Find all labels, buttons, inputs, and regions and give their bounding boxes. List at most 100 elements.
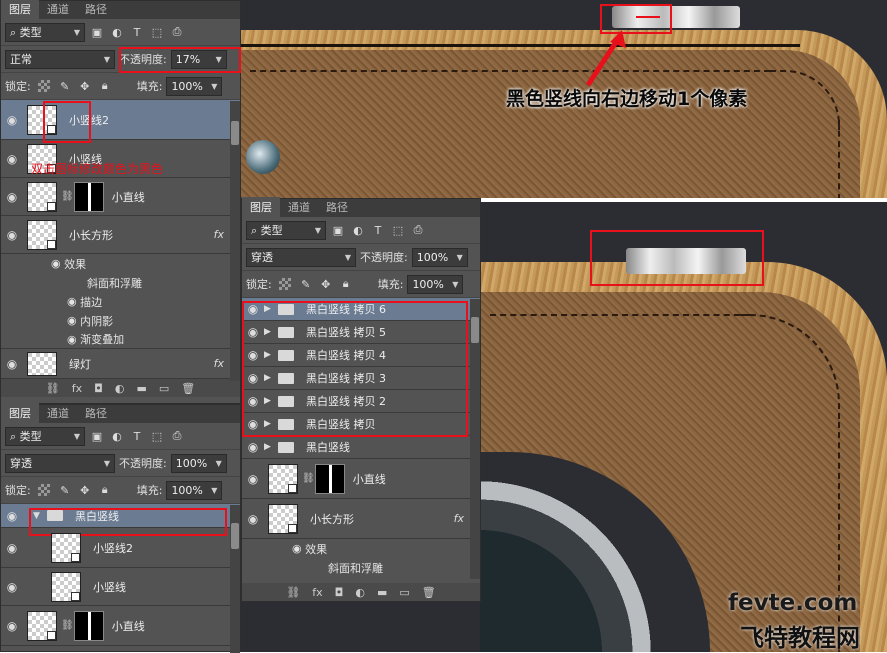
- eye-icon[interactable]: ◉: [242, 512, 264, 526]
- smart-filter-icon[interactable]: ⎙: [410, 223, 426, 237]
- link-layers-icon[interactable]: ⛓: [46, 382, 60, 395]
- blend-mode-select[interactable]: 穿透 ▼: [246, 247, 356, 267]
- eye-icon[interactable]: ◉: [1, 113, 23, 127]
- eye-icon[interactable]: ◉: [1, 580, 23, 594]
- trash-icon[interactable]: 🗑︎: [422, 586, 436, 599]
- scrollbar[interactable]: [470, 299, 480, 579]
- add-mask-icon[interactable]: ◘: [94, 382, 103, 395]
- tab-paths[interactable]: 路径: [318, 197, 356, 217]
- lock-all-icon[interactable]: 🔒︎: [97, 483, 113, 497]
- image-filter-icon[interactable]: ▣: [89, 430, 105, 443]
- adjustment-icon[interactable]: ◐: [355, 586, 365, 599]
- scrollbar[interactable]: [230, 101, 240, 381]
- group-row[interactable]: ◉ ▶ 黑白竖线: [242, 436, 480, 459]
- tab-channels[interactable]: 通道: [39, 403, 77, 423]
- layer-row[interactable]: ◉ 小竖线2: [1, 528, 240, 568]
- layer-row[interactable]: ◉ ⛓ 小直线: [1, 178, 240, 216]
- eye-icon[interactable]: ◉: [1, 152, 23, 166]
- opacity-field[interactable]: 100% ▼: [411, 247, 468, 267]
- effects-row[interactable]: ◉ 效果: [1, 254, 240, 273]
- tab-paths[interactable]: 路径: [77, 0, 115, 19]
- lock-brush-icon[interactable]: ✎: [57, 80, 73, 93]
- lock-transparent-icon[interactable]: [37, 80, 50, 92]
- trash-icon[interactable]: 🗑︎: [181, 382, 195, 395]
- shape-filter-icon[interactable]: ⬚: [149, 26, 165, 39]
- fx-menu-icon[interactable]: fx: [72, 382, 82, 395]
- text-filter-icon[interactable]: T: [370, 224, 386, 237]
- text-filter-icon[interactable]: T: [129, 26, 145, 39]
- lock-transparent-icon[interactable]: [278, 278, 291, 290]
- fill-field[interactable]: 100% ▼: [166, 480, 223, 500]
- lock-move-icon[interactable]: ✥: [77, 80, 93, 93]
- blend-mode-select[interactable]: 穿透 ▼: [5, 453, 115, 473]
- lock-brush-icon[interactable]: ✎: [298, 278, 314, 291]
- new-group-icon[interactable]: ▬: [136, 382, 146, 395]
- expand-triangle-icon[interactable]: ▶: [264, 442, 274, 452]
- shape-filter-icon[interactable]: ⬚: [149, 430, 165, 443]
- layer-row[interactable]: ◉ 小竖线2: [1, 100, 240, 140]
- eye-icon[interactable]: ◉: [1, 228, 23, 242]
- image-filter-icon[interactable]: ▣: [89, 26, 105, 39]
- filter-select[interactable]: ⌕ 类型 ▼: [246, 220, 326, 240]
- effects-row[interactable]: ◉ 效果: [242, 539, 480, 558]
- opacity-field[interactable]: 100% ▼: [170, 453, 227, 473]
- lock-move-icon[interactable]: ✥: [318, 278, 334, 291]
- lock-brush-icon[interactable]: ✎: [57, 484, 73, 497]
- eye-icon[interactable]: ◉: [67, 314, 77, 327]
- filter-select[interactable]: ⌕ 类型 ▼: [5, 426, 85, 446]
- layer-row[interactable]: ◉ 绿灯 fx: [1, 349, 240, 379]
- shape-filter-icon[interactable]: ⬚: [390, 224, 406, 237]
- tab-layers[interactable]: 图层: [242, 197, 280, 217]
- fill-field[interactable]: 100% ▼: [407, 274, 464, 294]
- tab-paths[interactable]: 路径: [77, 403, 115, 423]
- layer-row[interactable]: ◉ 小竖线: [1, 568, 240, 606]
- layer-row[interactable]: ◉ ⛓ 小直线: [242, 459, 480, 499]
- eye-icon[interactable]: ◉: [242, 440, 264, 454]
- lock-all-icon[interactable]: 🔒︎: [338, 277, 354, 291]
- smart-filter-icon[interactable]: ⎙: [169, 25, 185, 39]
- eye-icon[interactable]: ◉: [1, 541, 23, 555]
- new-group-icon[interactable]: ▬: [377, 586, 387, 599]
- adjustment-icon[interactable]: ◐: [115, 382, 125, 395]
- effect-row[interactable]: ◉ 渐变叠加: [1, 330, 240, 349]
- layer-row[interactable]: ◉ 小长方形 fx: [1, 216, 240, 254]
- eye-icon[interactable]: ◉: [1, 190, 23, 204]
- image-filter-icon[interactable]: ▣: [330, 224, 346, 237]
- layer-row[interactable]: ◉ 小竖线 双击图标修改颜色为黑色: [1, 140, 240, 178]
- eye-icon[interactable]: ◉: [1, 509, 23, 523]
- lock-all-icon[interactable]: 🔒︎: [97, 79, 113, 93]
- effect-row[interactable]: 斜面和浮雕: [242, 558, 480, 577]
- adjust-filter-icon[interactable]: ◐: [350, 224, 366, 237]
- eye-icon[interactable]: ◉: [242, 472, 264, 486]
- adjust-filter-icon[interactable]: ◐: [109, 26, 125, 39]
- tab-channels[interactable]: 通道: [39, 0, 77, 19]
- filter-select[interactable]: ⌕ 类型 ▼: [5, 22, 85, 42]
- text-filter-icon[interactable]: T: [129, 430, 145, 443]
- smart-filter-icon[interactable]: ⎙: [169, 429, 185, 443]
- tab-layers[interactable]: 图层: [1, 0, 39, 19]
- eye-icon[interactable]: ◉: [51, 257, 61, 270]
- effect-row[interactable]: 斜面和浮雕: [1, 273, 240, 292]
- fill-field[interactable]: 100% ▼: [166, 76, 223, 96]
- fx-menu-icon[interactable]: fx: [312, 586, 322, 599]
- layer-row[interactable]: ◉ 小长方形 fx: [242, 499, 480, 539]
- adjust-filter-icon[interactable]: ◐: [109, 430, 125, 443]
- blend-mode-select[interactable]: 正常 ▼: [5, 49, 115, 69]
- eye-icon[interactable]: ◉: [67, 295, 77, 308]
- lock-move-icon[interactable]: ✥: [77, 484, 93, 497]
- tab-channels[interactable]: 通道: [280, 197, 318, 217]
- eye-icon[interactable]: ◉: [1, 357, 23, 371]
- new-layer-icon[interactable]: ▭: [159, 382, 169, 395]
- link-layers-icon[interactable]: ⛓: [286, 586, 300, 599]
- fx-icon[interactable]: fx: [214, 357, 224, 370]
- eye-icon[interactable]: ◉: [1, 619, 23, 633]
- fx-icon[interactable]: fx: [454, 512, 464, 525]
- tab-layers[interactable]: 图层: [1, 403, 39, 423]
- new-layer-icon[interactable]: ▭: [399, 586, 409, 599]
- eye-icon[interactable]: ◉: [67, 333, 77, 346]
- lock-transparent-icon[interactable]: [37, 484, 50, 496]
- scrollbar[interactable]: [230, 505, 240, 653]
- effect-row[interactable]: ◉ 内阴影: [1, 311, 240, 330]
- add-mask-icon[interactable]: ◘: [335, 586, 344, 599]
- layer-row[interactable]: ◉ ⛓ 小直线: [1, 606, 240, 646]
